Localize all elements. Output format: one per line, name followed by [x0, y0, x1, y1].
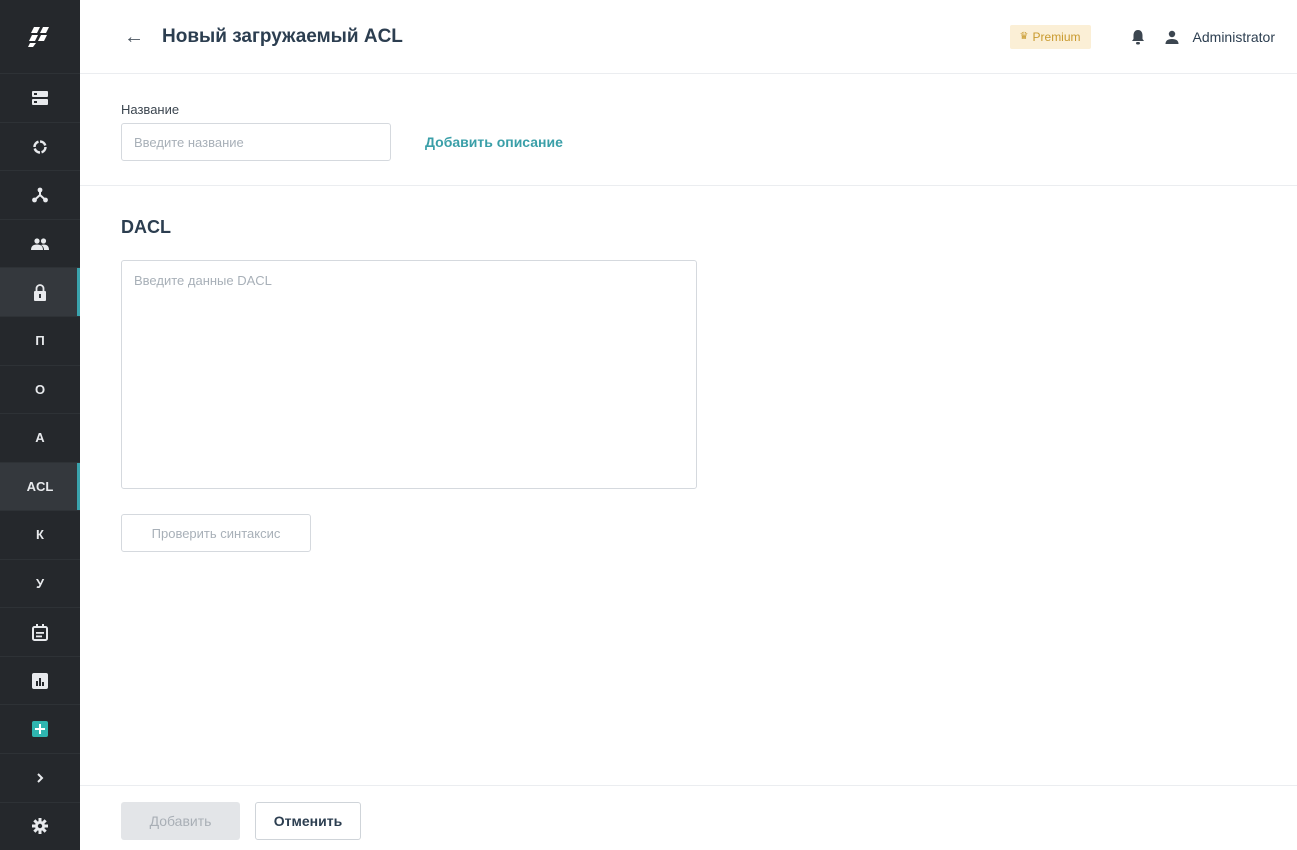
sidebar-item-a[interactable]: А: [0, 413, 80, 462]
name-label: Название: [121, 102, 180, 117]
sidebar-item-label: А: [35, 430, 45, 446]
sidebar-item-p[interactable]: П: [0, 316, 80, 365]
form-footer: Добавить Отменить: [80, 785, 1297, 850]
sidebar-item-calendar[interactable]: [0, 607, 80, 656]
page-header: ← Новый загружаемый ACL ♛ Premium Admini…: [80, 0, 1297, 74]
sidebar-item-label: П: [35, 333, 45, 349]
sidebar-item-u[interactable]: У: [0, 558, 80, 608]
sidebar-item-label: У: [35, 576, 45, 592]
sidebar-item-expand[interactable]: [0, 752, 80, 802]
sidebar-item-settings[interactable]: [0, 801, 80, 850]
add-description-link[interactable]: Добавить описание: [425, 134, 563, 150]
calendar-icon: [32, 623, 48, 641]
sidebar-item-label: К: [36, 527, 44, 543]
chart-icon: [32, 672, 48, 689]
sidebar-item-label: ACL: [26, 478, 54, 494]
crown-icon: ♛: [1019, 31, 1029, 42]
header-actions: ♛ Premium Administrator: [1009, 24, 1275, 49]
back-arrow-icon[interactable]: ←: [124, 27, 144, 47]
sidebar-item-status[interactable]: [0, 121, 80, 171]
sidebar-item-users[interactable]: [0, 218, 80, 268]
users-icon: [31, 238, 49, 250]
premium-badge[interactable]: ♛ Premium: [1009, 24, 1091, 49]
sidebar-item-servers[interactable]: [0, 73, 80, 122]
dacl-textarea[interactable]: [121, 260, 697, 489]
user-name: Administrator: [1192, 28, 1275, 45]
sidebar-item-o[interactable]: О: [0, 364, 80, 414]
add-button[interactable]: Добавить: [121, 802, 240, 840]
cancel-button[interactable]: Отменить: [255, 802, 361, 840]
sidebar-item-add[interactable]: [0, 704, 80, 753]
sidebar-item-acl[interactable]: ACL: [0, 461, 80, 511]
sidebar-item-network[interactable]: [0, 170, 80, 219]
server-icon: [32, 91, 48, 106]
plus-icon: [32, 721, 48, 738]
chevron-right-icon: [37, 773, 44, 783]
sidebar-item-k[interactable]: К: [0, 510, 80, 559]
circle-loading-icon: [33, 139, 47, 154]
logo-icon: [28, 26, 49, 47]
sidebar-item-label: О: [34, 381, 46, 397]
sidebar: П О А ACL К У: [0, 0, 80, 850]
lock-icon: [34, 283, 46, 301]
page-title: Новый загружаемый ACL: [162, 25, 403, 47]
dacl-title: DACL: [121, 217, 171, 237]
name-input[interactable]: [121, 123, 391, 161]
gear-icon: [32, 818, 48, 835]
check-syntax-button[interactable]: Проверить синтаксис: [121, 514, 311, 552]
sidebar-item-reports[interactable]: [0, 655, 80, 705]
name-section: Название Добавить описание: [80, 74, 1297, 186]
sidebar-item-security[interactable]: [0, 267, 80, 317]
user-icon: [1165, 30, 1179, 44]
app-logo[interactable]: [0, 0, 80, 73]
network-nodes-icon: [32, 187, 48, 203]
user-menu[interactable]: Administrator: [1165, 29, 1275, 45]
premium-label: Premium: [1032, 29, 1081, 44]
bell-icon[interactable]: [1131, 29, 1145, 45]
